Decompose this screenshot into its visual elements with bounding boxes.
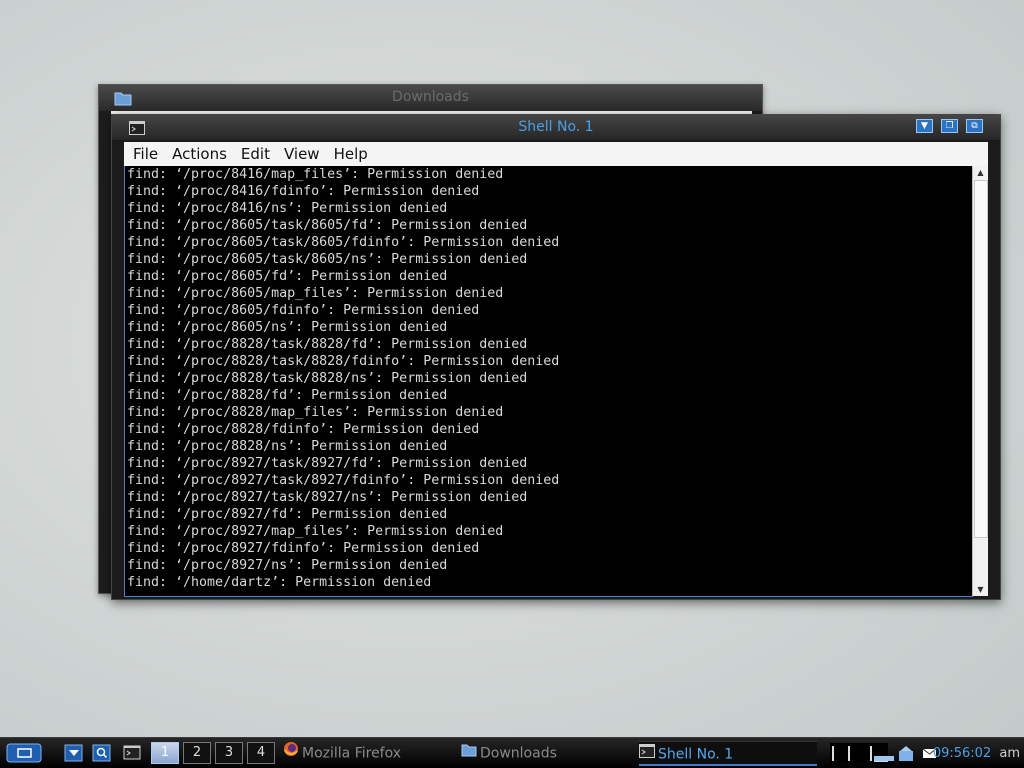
clock-time: 09:56:02 bbox=[932, 746, 992, 761]
task-shell[interactable]: Shell No. 1 bbox=[639, 741, 817, 766]
terminal-launcher-icon[interactable] bbox=[122, 743, 142, 763]
terminal-line: find: ‘/proc/8828/map_files’: Permission… bbox=[127, 405, 504, 420]
terminal-line: find: ‘/proc/8927/task/8927/ns’: Permiss… bbox=[127, 490, 528, 505]
desktop-1-button[interactable]: 1 bbox=[151, 742, 179, 764]
network-icon[interactable] bbox=[873, 743, 895, 763]
task-firefox-label: Mozilla Firefox bbox=[302, 745, 402, 762]
firefox-icon bbox=[283, 741, 299, 766]
scroll-down-icon[interactable]: ▼ bbox=[973, 583, 988, 596]
terminal-line: find: ‘/proc/8605/fd’: Permission denied bbox=[127, 269, 448, 284]
task-shell-label: Shell No. 1 bbox=[658, 746, 734, 763]
terminal-line: find: ‘/proc/8416/ns’: Permission denied bbox=[127, 201, 448, 216]
taskbar: 1 2 3 4 Mozilla Firefox Downloads Shell … bbox=[0, 737, 1024, 768]
terminal-line: find: ‘/proc/8605/fdinfo’: Permission de… bbox=[127, 303, 480, 318]
shell-titlebar[interactable]: Shell No. 1 ▼ ❐ ⧉ bbox=[112, 115, 1000, 140]
terminal-line: find: ‘/proc/8828/task/8828/fdinfo’: Per… bbox=[127, 354, 560, 369]
show-desktop-icon[interactable] bbox=[64, 743, 84, 763]
terminal-line: find: ‘/proc/8927/ns’: Permission denied bbox=[127, 558, 448, 573]
terminal-line: find: ‘/proc/8605/task/8605/fd’: Permiss… bbox=[127, 218, 528, 233]
terminal-line: find: ‘/proc/8605/task/8605/ns’: Permiss… bbox=[127, 252, 528, 267]
task-downloads-label: Downloads bbox=[480, 745, 557, 762]
shell-window-title: Shell No. 1 bbox=[518, 119, 594, 135]
terminal-line: find: ‘/proc/8828/task/8828/ns’: Permiss… bbox=[127, 371, 528, 386]
downloads-titlebar[interactable]: Downloads bbox=[99, 85, 762, 111]
terminal-line: find: ‘/proc/8605/ns’: Permission denied bbox=[127, 320, 448, 335]
terminal-line: find: ‘/proc/8927/fdinfo’: Permission de… bbox=[127, 541, 480, 556]
shell-window[interactable]: Shell No. 1 ▼ ❐ ⧉ File Actions Edit View Hel… bbox=[111, 114, 1001, 600]
scrollbar-thumb[interactable] bbox=[974, 180, 988, 538]
terminal-line: find: ‘/proc/8416/fdinfo’: Permission de… bbox=[127, 184, 480, 199]
volume-icon[interactable] bbox=[897, 743, 915, 763]
minimize-icon[interactable]: ▼ bbox=[916, 119, 933, 133]
terminal-line: find: ‘/proc/8605/task/8605/fdinfo’: Per… bbox=[127, 235, 560, 250]
maximize-icon[interactable]: ⧉ bbox=[966, 119, 983, 133]
folder-icon bbox=[461, 741, 477, 766]
desktop-3-button[interactable]: 3 bbox=[215, 742, 243, 764]
terminal-line: find: ‘/proc/8927/fd’: Permission denied bbox=[127, 507, 448, 522]
desktop-4-button[interactable]: 4 bbox=[247, 742, 275, 764]
terminal-line: find: ‘/proc/8416/map_files’: Permission… bbox=[127, 167, 504, 182]
clock[interactable]: 09:56:02 am bbox=[933, 741, 1020, 766]
task-downloads[interactable]: Downloads bbox=[461, 741, 631, 766]
restore-icon[interactable]: ❐ bbox=[941, 119, 958, 133]
desktop-2-button[interactable]: 2 bbox=[183, 742, 211, 764]
menu-file[interactable]: File bbox=[128, 142, 163, 166]
terminal-line: find: ‘/proc/8828/ns’: Permission denied bbox=[127, 439, 448, 454]
terminal-line: find: ‘/proc/8927/task/8927/fdinfo’: Per… bbox=[127, 473, 560, 488]
clock-suffix: am bbox=[999, 746, 1020, 761]
scroll-up-icon[interactable]: ▲ bbox=[973, 166, 988, 179]
terminal-scrollbar[interactable]: ▲ ▼ bbox=[972, 166, 988, 596]
terminal-line: find: ‘/proc/8605/map_files’: Permission… bbox=[127, 286, 504, 301]
terminal-output[interactable]: find: ‘/proc/8416/map_files’: Permission… bbox=[124, 166, 973, 597]
menu-help[interactable]: Help bbox=[329, 142, 373, 166]
task-firefox[interactable]: Mozilla Firefox bbox=[283, 741, 453, 766]
menu-actions[interactable]: Actions bbox=[167, 142, 232, 166]
terminal-line: find: ‘/home/dartz’: Permission denied bbox=[127, 575, 432, 590]
search-icon[interactable] bbox=[92, 743, 112, 763]
terminal-icon bbox=[639, 742, 655, 767]
downloads-window-title: Downloads bbox=[392, 89, 469, 105]
terminal-line: find: ‘/proc/8927/task/8927/fd’: Permiss… bbox=[127, 456, 528, 471]
menu-bar: File Actions Edit View Help bbox=[124, 142, 988, 166]
terminal-line: find: ‘/proc/8828/task/8828/fd’: Permiss… bbox=[127, 337, 528, 352]
terminal-line: find: ‘/proc/8828/fd’: Permission denied bbox=[127, 388, 448, 403]
menu-view[interactable]: View bbox=[279, 142, 325, 166]
app-menu-icon[interactable] bbox=[6, 743, 42, 763]
menu-edit[interactable]: Edit bbox=[236, 142, 275, 166]
terminal-line: find: ‘/proc/8927/map_files’: Permission… bbox=[127, 524, 504, 539]
terminal-line: find: ‘/proc/8828/fdinfo’: Permission de… bbox=[127, 422, 480, 437]
